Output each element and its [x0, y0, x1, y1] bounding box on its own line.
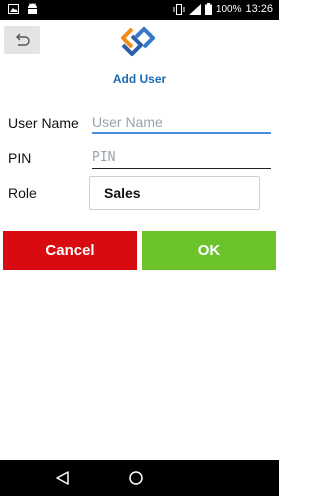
nav-home-icon[interactable]: [128, 470, 144, 486]
ok-button[interactable]: OK: [142, 231, 276, 270]
cancel-button[interactable]: Cancel: [3, 231, 137, 270]
android-icon: [28, 3, 37, 14]
user-name-input[interactable]: [92, 112, 271, 134]
status-left: [8, 3, 38, 15]
pin-label: PIN: [8, 150, 32, 166]
battery-icon: [204, 3, 212, 15]
signal-4g-icon: [188, 3, 201, 15]
status-bar: 100% 13:26: [0, 0, 279, 20]
user-name-label: User Name: [8, 115, 79, 131]
role-select[interactable]: Sales: [89, 176, 260, 210]
vibrate-icon: [173, 3, 185, 15]
diamond-logo-icon: [121, 27, 155, 56]
pin-input[interactable]: [92, 147, 271, 169]
page-title: Add User: [112, 72, 167, 86]
role-label: Role: [8, 185, 37, 201]
status-right: 100% 13:26: [173, 3, 273, 15]
battery-percent: 100%: [215, 3, 242, 15]
back-arrow-icon: [16, 33, 30, 46]
role-selected-value: Sales: [104, 185, 141, 201]
nav-back-icon[interactable]: [55, 470, 71, 486]
cancel-button-label: Cancel: [45, 242, 95, 259]
clock: 13:26: [245, 3, 273, 15]
image-icon: [8, 4, 19, 14]
back-button[interactable]: [4, 26, 40, 54]
ok-button-label: OK: [197, 242, 221, 259]
navigation-bar: [0, 460, 279, 496]
